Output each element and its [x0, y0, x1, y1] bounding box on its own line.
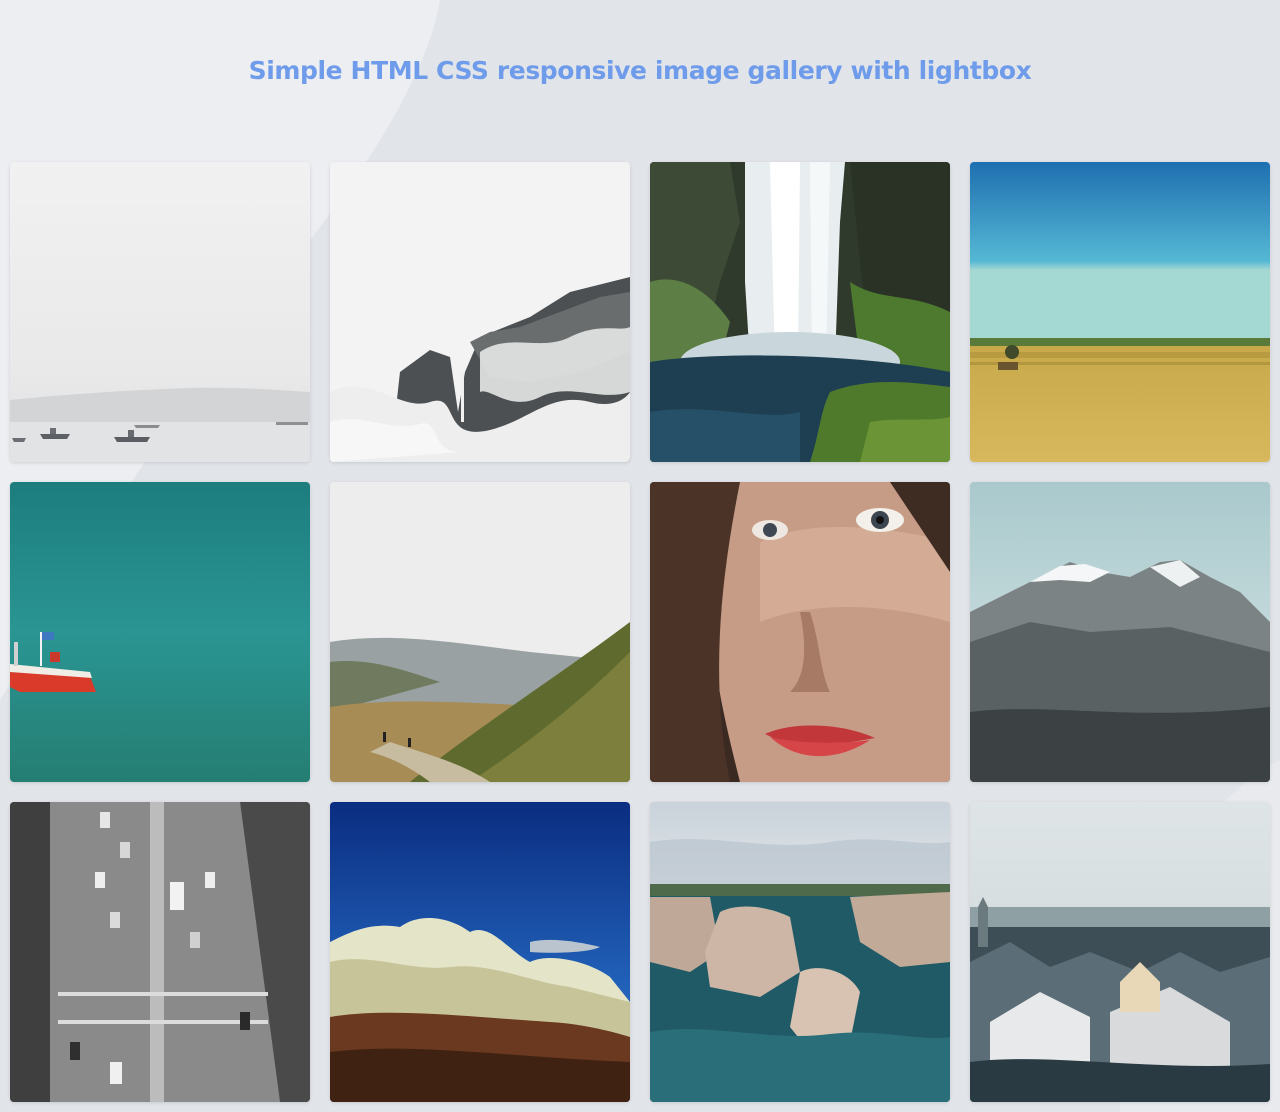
wheat-field-image	[970, 162, 1270, 462]
gallery-image-coastal-rocks[interactable]	[650, 802, 950, 1102]
image-gallery	[10, 162, 1270, 1102]
cloudy-cliffs-image	[330, 162, 630, 462]
gallery-image-wheat-field[interactable]	[970, 162, 1270, 462]
gallery-image-snowy-mountain[interactable]	[970, 482, 1270, 782]
gallery-image-clouds[interactable]	[330, 802, 630, 1102]
mountain-trail-image	[330, 482, 630, 782]
gallery-image-sea-boat[interactable]	[10, 482, 310, 782]
city-traffic-image	[10, 802, 310, 1102]
gallery-image-city-rooftops[interactable]	[970, 802, 1270, 1102]
gallery-image-waterfall[interactable]	[650, 162, 950, 462]
gallery-image-cloudy-cliffs[interactable]	[330, 162, 630, 462]
clouds-image	[330, 802, 630, 1102]
portrait-image	[650, 482, 950, 782]
misty-sea-image	[10, 162, 310, 462]
coastal-rocks-image	[650, 802, 950, 1102]
page-title: Simple HTML CSS responsive image gallery…	[248, 56, 1032, 85]
gallery-image-misty-sea[interactable]	[10, 162, 310, 462]
gallery-image-portrait[interactable]	[650, 482, 950, 782]
waterfall-image	[650, 162, 950, 462]
sea-boat-image	[10, 482, 310, 782]
snowy-mountain-image	[970, 482, 1270, 782]
city-rooftops-image	[970, 802, 1270, 1102]
gallery-image-mountain-trail[interactable]	[330, 482, 630, 782]
gallery-image-city-traffic[interactable]	[10, 802, 310, 1102]
